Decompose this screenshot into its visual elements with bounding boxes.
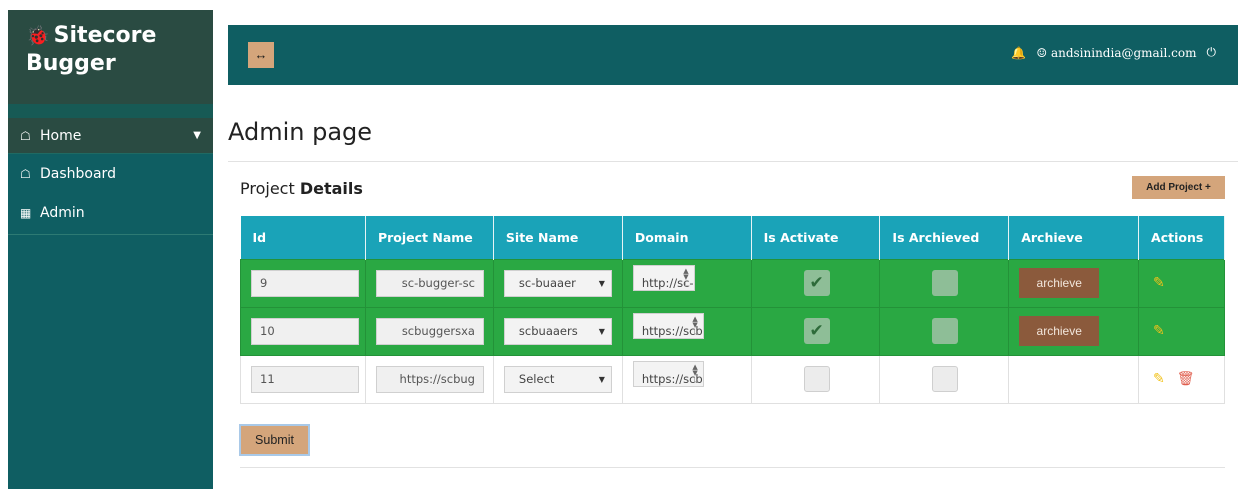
is-archived-checkbox[interactable] bbox=[932, 318, 959, 344]
col-archive: Archieve bbox=[1008, 216, 1140, 259]
sidebar-item-home[interactable]: ☖ Home ▼ bbox=[8, 118, 213, 154]
sidebar-divider bbox=[8, 234, 213, 235]
user-area: 🔔 ☺ andsinindia@gmail.com ⏻ bbox=[1011, 45, 1216, 60]
pencil-icon[interactable]: ✎ bbox=[1153, 275, 1165, 291]
is-activate-checkbox[interactable] bbox=[803, 366, 830, 392]
page-title: Admin page bbox=[228, 118, 373, 146]
site-name-select[interactable]: sc-buaaer ▼ bbox=[503, 269, 612, 297]
archive-button[interactable]: archieve bbox=[1019, 316, 1100, 346]
check-icon: ✔ bbox=[809, 321, 824, 341]
spinner-icon: ▲ ▼ bbox=[683, 266, 689, 281]
site-name-value: sc-buaaer bbox=[518, 276, 576, 290]
id-card-icon: ▦ bbox=[20, 205, 32, 220]
resize-grip-icon: ∟ bbox=[683, 279, 691, 289]
bottom-divider bbox=[240, 467, 1225, 468]
site-name-value: Select bbox=[518, 372, 555, 386]
col-actions: Actions bbox=[1138, 216, 1225, 259]
home-icon: ☖ bbox=[20, 128, 31, 143]
add-project-label: Add Project bbox=[1146, 182, 1203, 193]
chevron-down-icon: ▼ bbox=[598, 278, 605, 288]
site-name-value: scbuaaers bbox=[518, 324, 578, 338]
is-archived-checkbox[interactable] bbox=[932, 366, 959, 392]
brand-logo[interactable]: 🐞 Sitecore Bugger bbox=[8, 10, 213, 104]
sidebar-toggle-button[interactable]: ↔ bbox=[248, 42, 274, 68]
user-icon: ☺ bbox=[1036, 45, 1048, 60]
id-input[interactable]: 10 bbox=[251, 317, 359, 345]
resize-grip-icon: ∟ bbox=[693, 327, 700, 337]
brand-line2: Bugger bbox=[26, 51, 116, 76]
project-name-input[interactable]: scbuggersxa bbox=[375, 317, 484, 345]
is-archived-checkbox[interactable] bbox=[932, 270, 959, 296]
title-divider bbox=[228, 161, 1238, 162]
spinner-icon: ▲ ▼ bbox=[692, 314, 698, 329]
table-row: 9 sc-bugger-sc sc-buaaer ▼ http://sc- ▲ ▼ ∟ … bbox=[240, 258, 1225, 308]
id-input[interactable]: 9 bbox=[251, 269, 359, 297]
pencil-icon[interactable]: ✎ bbox=[1153, 371, 1165, 387]
sidebar-item-label: Home bbox=[40, 127, 82, 144]
archive-cell-empty bbox=[1008, 354, 1140, 404]
col-is-archived: Is Archieved bbox=[879, 216, 1010, 259]
col-domain: Domain bbox=[622, 216, 752, 259]
chevron-down-icon: ▼ bbox=[598, 326, 605, 336]
domain-textarea[interactable]: https://scb ▲ ▼ ∟ bbox=[632, 360, 704, 387]
domain-textarea[interactable]: http://sc- ▲ ▼ ∟ bbox=[632, 264, 695, 291]
section-title-bold: Details bbox=[299, 179, 363, 198]
pencil-icon[interactable]: ✎ bbox=[1153, 323, 1165, 339]
bug-icon: 🐞 bbox=[26, 25, 50, 47]
is-activate-checkbox[interactable]: ✔ bbox=[803, 270, 830, 296]
table-row: 10 scbuggersxa scbuaaers ▼ https://scb ▲ ▼ ∟… bbox=[240, 306, 1225, 356]
id-input[interactable]: 11 bbox=[251, 365, 359, 393]
project-name-input[interactable]: sc-bugger-sc bbox=[375, 269, 484, 297]
site-name-select[interactable]: scbuaaers ▼ bbox=[503, 317, 612, 345]
trash-icon[interactable]: 🗑 bbox=[1177, 371, 1195, 387]
bell-icon[interactable]: 🔔 bbox=[1011, 46, 1026, 60]
sidebar-item-label: Dashboard bbox=[40, 165, 116, 182]
sidebar: 🐞 Sitecore Bugger ☖ Home ▼ ☖ Dashboard ▦ … bbox=[8, 10, 213, 489]
table-row: 11 https://scbug Select ▼ https://scb ▲ ▼ ∟ … bbox=[240, 354, 1225, 404]
resize-grip-icon: ∟ bbox=[693, 375, 700, 385]
brand-line1: Sitecore bbox=[53, 23, 157, 48]
archive-button[interactable]: archieve bbox=[1019, 268, 1100, 298]
topbar: ↔ 🔔 ☺ andsinindia@gmail.com ⏻ bbox=[228, 25, 1238, 85]
domain-textarea[interactable]: https://scb ▲ ▼ ∟ bbox=[632, 312, 704, 339]
submit-button[interactable]: Submit bbox=[239, 424, 310, 456]
chevron-down-icon: ▼ bbox=[598, 374, 605, 384]
spinner-icon: ▲ ▼ bbox=[692, 362, 698, 377]
col-site-name: Site Name bbox=[493, 216, 623, 259]
brand-divider bbox=[8, 104, 213, 118]
add-project-button[interactable]: Add Project + bbox=[1132, 176, 1225, 199]
col-project-name: Project Name bbox=[365, 216, 494, 259]
user-email: andsinindia@gmail.com bbox=[1050, 45, 1197, 60]
col-is-activate: Is Activate bbox=[751, 216, 881, 259]
sidebar-item-dashboard[interactable]: ☖ Dashboard bbox=[8, 154, 213, 193]
site-name-select[interactable]: Select ▼ bbox=[503, 365, 612, 393]
section-title-prefix: Project bbox=[240, 179, 295, 198]
home-icon: ☖ bbox=[20, 166, 31, 181]
col-id: Id bbox=[240, 216, 366, 259]
user-menu[interactable]: ☺ andsinindia@gmail.com bbox=[1036, 46, 1196, 60]
chevron-down-icon: ▼ bbox=[193, 130, 201, 141]
sidebar-item-label: Admin bbox=[40, 204, 85, 221]
check-icon: ✔ bbox=[809, 273, 824, 293]
sidebar-item-admin[interactable]: ▦ Admin bbox=[8, 193, 213, 232]
project-name-input[interactable]: https://scbug bbox=[375, 365, 484, 393]
plus-icon: + bbox=[1205, 182, 1211, 193]
table-header-row: Id Project Name Site Name Domain Is Acti… bbox=[240, 216, 1225, 259]
is-activate-checkbox[interactable]: ✔ bbox=[803, 318, 830, 344]
projects-table: Id Project Name Site Name Domain Is Acti… bbox=[240, 216, 1225, 404]
power-icon[interactable]: ⏻ bbox=[1207, 45, 1217, 60]
section-title: Project Details bbox=[240, 179, 363, 198]
